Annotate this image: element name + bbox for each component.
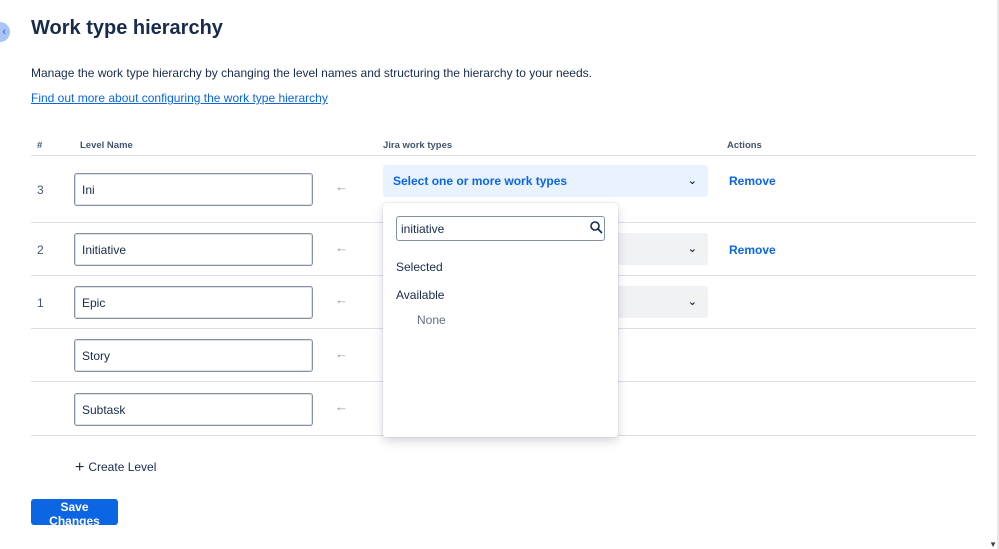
work-types-search-input[interactable] — [396, 216, 605, 241]
arrow-left-icon: ← — [335, 399, 348, 414]
dropdown-none-option: None — [417, 313, 446, 327]
chevron-down-icon: ⌄ — [687, 296, 697, 308]
create-level-button[interactable]: + Create Level — [75, 459, 156, 477]
level-name-input[interactable] — [74, 339, 313, 372]
plus-icon: + — [75, 459, 85, 476]
chevron-left-icon[interactable]: ‹ — [0, 22, 10, 42]
arrow-left-icon: ← — [335, 179, 348, 194]
remove-button[interactable]: Remove — [729, 243, 776, 257]
scroll-down-icon[interactable]: ▼ — [989, 540, 997, 549]
column-header-level-name: Level Name — [80, 140, 133, 151]
work-types-placeholder: Select one or more work types — [393, 174, 568, 188]
row-number: 1 — [37, 296, 44, 310]
level-name-input[interactable] — [74, 393, 313, 426]
page-description: Manage the work type hierarchy by changi… — [31, 66, 592, 80]
column-header-actions: Actions — [727, 140, 762, 151]
search-icon — [590, 221, 603, 234]
work-types-select[interactable]: Select one or more work types ⌄ — [383, 165, 708, 197]
save-changes-button[interactable]: Save Changes — [31, 499, 118, 528]
arrow-left-icon: ← — [335, 292, 348, 307]
create-level-label: Create Level — [88, 460, 157, 474]
column-header-work-types: Jira work types — [383, 140, 453, 151]
dropdown-selected-heading: Selected — [396, 260, 443, 274]
level-name-input[interactable] — [74, 286, 313, 319]
column-header-number: # — [37, 140, 43, 151]
dropdown-available-heading: Available — [396, 288, 445, 302]
arrow-left-icon: ← — [335, 346, 348, 361]
level-name-input[interactable] — [74, 233, 313, 266]
table-divider — [31, 155, 976, 156]
arrow-left-icon: ← — [335, 240, 348, 255]
page-title: Work type hierarchy — [31, 17, 223, 39]
chevron-down-icon: ⌄ — [687, 175, 697, 187]
row-number: 2 — [37, 243, 44, 257]
learn-more-link[interactable]: Find out more about configuring the work… — [31, 91, 328, 105]
remove-button[interactable]: Remove — [729, 174, 776, 188]
work-types-dropdown: Selected Available None — [383, 203, 618, 437]
row-number: 3 — [37, 183, 44, 197]
chevron-down-icon: ⌄ — [687, 243, 697, 255]
level-name-input[interactable] — [74, 173, 313, 206]
